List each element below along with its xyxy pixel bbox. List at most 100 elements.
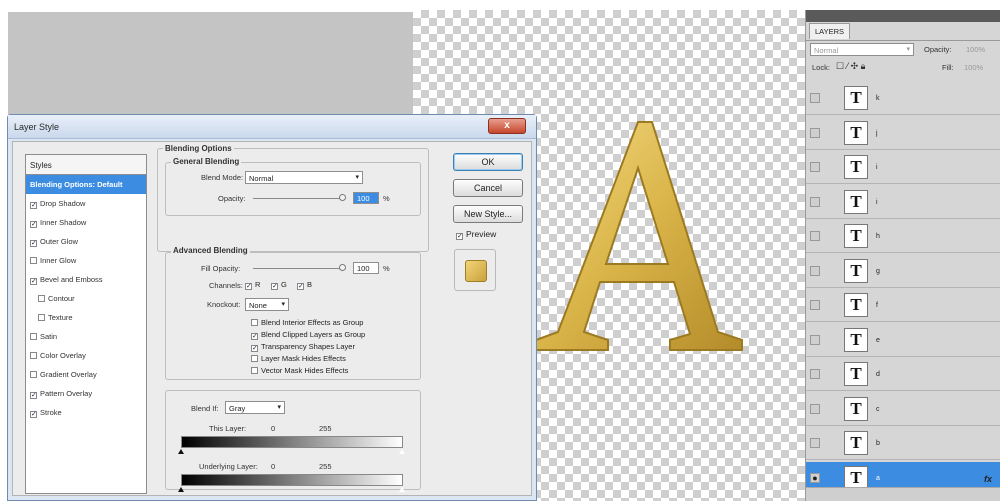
style-checkbox[interactable]: ✓ <box>30 278 37 285</box>
layer-name[interactable]: f <box>876 302 878 309</box>
layer-name[interactable]: c <box>876 406 880 413</box>
fx-icon[interactable]: fx <box>984 474 992 484</box>
visibility-eye-icon[interactable]: ● <box>810 472 820 483</box>
new-style-button[interactable]: New Style... <box>453 205 523 223</box>
layer-name[interactable]: h <box>876 233 880 240</box>
cancel-button[interactable]: Cancel <box>453 179 523 197</box>
style-item[interactable]: ✓ Outer Glow <box>26 232 146 251</box>
advanced-option-checkbox[interactable]: ✓ Blend Clipped Layers as Group <box>251 330 365 340</box>
layers-blend-mode-select[interactable]: Normal ▾ <box>810 43 914 56</box>
layer-name[interactable]: i <box>876 199 878 206</box>
opacity-slider-knob[interactable] <box>339 194 346 201</box>
layer-name[interactable]: i <box>876 164 878 171</box>
layer-row[interactable]: Tb <box>806 427 1000 460</box>
advanced-option-checkbox[interactable]: Vector Mask Hides Effects <box>251 366 348 375</box>
style-item[interactable]: ✓ Bevel and Emboss <box>26 270 146 289</box>
layer-row[interactable]: Td <box>806 358 1000 391</box>
advanced-blending-title: Advanced Blending <box>171 246 250 255</box>
channel-g-checkbox[interactable]: ✓ G <box>271 280 287 290</box>
layer-name[interactable]: j <box>876 130 878 137</box>
style-item[interactable]: ✓ Inner Shadow <box>26 213 146 232</box>
style-item[interactable]: ✓ Drop Shadow <box>26 194 146 213</box>
style-checkbox[interactable]: ✓ <box>30 221 37 228</box>
layer-name[interactable]: k <box>876 95 880 102</box>
this-layer-black-slider[interactable] <box>178 449 184 454</box>
visibility-eye-icon[interactable] <box>810 162 820 172</box>
layer-row[interactable]: Tf <box>806 289 1000 322</box>
layer-row[interactable]: Th <box>806 220 1000 253</box>
knockout-select[interactable]: None ▾ <box>245 298 289 311</box>
visibility-eye-icon[interactable] <box>810 403 820 414</box>
layer-row[interactable]: Ti <box>806 185 1000 219</box>
this-layer-white-slider[interactable] <box>399 449 405 454</box>
layer-name[interactable]: g <box>876 268 880 275</box>
layer-name[interactable]: d <box>876 371 880 378</box>
layer-row[interactable]: Tj <box>806 116 1000 150</box>
style-item[interactable]: Satin <box>26 327 146 346</box>
this-layer-gradient[interactable] <box>181 436 403 448</box>
underlying-black-slider[interactable] <box>178 487 184 492</box>
style-checkbox[interactable]: ✓ <box>30 411 37 418</box>
visibility-eye-icon[interactable] <box>810 231 820 241</box>
blend-if-select[interactable]: Gray ▾ <box>225 401 285 414</box>
layer-name[interactable]: b <box>876 440 880 447</box>
advanced-option-checkbox[interactable]: Blend Interior Effects as Group <box>251 318 363 327</box>
layers-opacity-value[interactable]: 100% <box>966 45 985 54</box>
style-checkbox[interactable] <box>38 295 45 302</box>
layer-row[interactable]: Te <box>806 323 1000 357</box>
this-layer-min: 0 <box>271 424 276 433</box>
visibility-eye-icon[interactable] <box>810 369 820 379</box>
layer-row[interactable]: Tk <box>806 82 1000 115</box>
style-checkbox[interactable] <box>30 333 37 340</box>
visibility-eye-icon[interactable] <box>810 265 820 276</box>
advanced-option-checkbox[interactable]: ✓ Transparency Shapes Layer <box>251 342 355 352</box>
lock-icons[interactable]: ☐ ⁄ ✣ 🔒︎ <box>836 61 865 72</box>
style-checkbox[interactable] <box>30 352 37 359</box>
style-checkbox[interactable] <box>38 314 45 321</box>
style-item[interactable]: ✓ Pattern Overlay <box>26 384 146 403</box>
fill-opacity-slider-knob[interactable] <box>339 264 346 271</box>
type-layer-thumbnail: T <box>844 86 868 110</box>
visibility-eye-icon[interactable] <box>810 334 820 345</box>
visibility-eye-icon[interactable] <box>810 196 820 207</box>
layer-name[interactable]: a <box>876 475 880 482</box>
visibility-eye-icon[interactable] <box>810 438 820 448</box>
styles-header[interactable]: Styles <box>26 155 146 175</box>
style-checkbox[interactable]: ✓ <box>30 202 37 209</box>
channel-b-checkbox[interactable]: ✓ B <box>297 280 312 290</box>
advanced-option-checkbox[interactable]: Layer Mask Hides Effects <box>251 354 346 363</box>
preview-checkbox[interactable]: ✓ Preview <box>456 229 496 240</box>
layer-row[interactable]: Tc <box>806 392 1000 426</box>
style-item[interactable]: Color Overlay <box>26 346 146 365</box>
close-button[interactable]: x <box>488 118 526 134</box>
layer-name[interactable]: e <box>876 337 880 344</box>
tab-layers[interactable]: LAYERS <box>809 23 851 39</box>
style-checkbox[interactable]: ✓ <box>30 240 37 247</box>
style-item[interactable]: ✓ Stroke <box>26 403 146 422</box>
fill-opacity-input[interactable]: 100 <box>353 262 379 274</box>
visibility-eye-icon[interactable] <box>810 93 820 103</box>
style-item[interactable]: Gradient Overlay <box>26 365 146 384</box>
style-item[interactable]: Inner Glow <box>26 251 146 270</box>
visibility-eye-icon[interactable] <box>810 127 820 138</box>
style-item[interactable]: Blending Options: Default <box>26 175 146 194</box>
underlying-layer-gradient[interactable] <box>181 474 403 486</box>
blend-mode-select[interactable]: Normal ▾ <box>245 171 363 184</box>
fill-value[interactable]: 100% <box>964 63 983 72</box>
ok-button[interactable]: OK <box>453 153 523 171</box>
layer-row[interactable]: Ti <box>806 151 1000 184</box>
opacity-input[interactable]: 100 <box>353 192 379 204</box>
underlying-white-slider[interactable] <box>399 487 405 492</box>
layer-row[interactable]: Tg <box>806 254 1000 288</box>
style-checkbox[interactable] <box>30 371 37 378</box>
style-item[interactable]: Contour <box>26 289 146 308</box>
visibility-eye-icon[interactable] <box>810 300 820 310</box>
style-checkbox[interactable]: ✓ <box>30 392 37 399</box>
channel-r-checkbox[interactable]: ✓ R <box>245 280 260 290</box>
dialog-titlebar[interactable]: Layer Style x <box>8 115 536 139</box>
fill-opacity-slider[interactable] <box>253 268 345 269</box>
gold-letter-a[interactable] <box>528 118 748 358</box>
style-checkbox[interactable] <box>30 257 37 264</box>
opacity-slider[interactable] <box>253 198 345 199</box>
style-item[interactable]: Texture <box>26 308 146 327</box>
